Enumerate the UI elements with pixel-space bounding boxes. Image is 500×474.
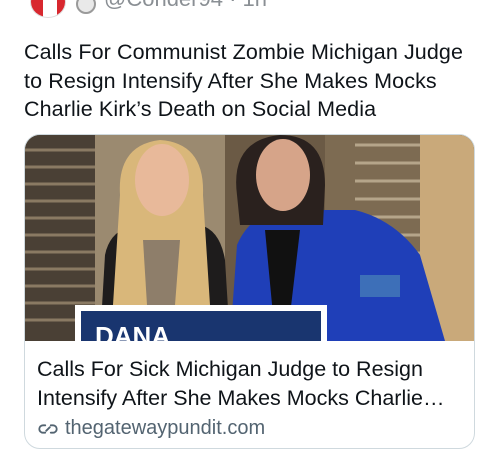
sign-text: DANA (95, 321, 170, 341)
link-preview-card[interactable]: DANA Calls For Sick Michigan Judge to Re… (24, 134, 475, 449)
card-domain: thegatewaypundit.com (65, 417, 266, 439)
tweet-header: @Conder94 · 1h (0, 0, 500, 20)
avatar[interactable] (30, 0, 66, 18)
post-text: Calls For Communist Zombie Michigan Judg… (24, 40, 464, 121)
seal-icon (76, 0, 96, 14)
link-icon (38, 423, 58, 434)
card-domain-row[interactable]: thegatewaypundit.com (37, 417, 265, 440)
card-image[interactable]: DANA (25, 135, 474, 341)
user-handle[interactable]: @Conder94 · 1h (104, 0, 267, 12)
card-title[interactable]: Calls For Sick Michigan Judge to Resign … (37, 355, 467, 412)
